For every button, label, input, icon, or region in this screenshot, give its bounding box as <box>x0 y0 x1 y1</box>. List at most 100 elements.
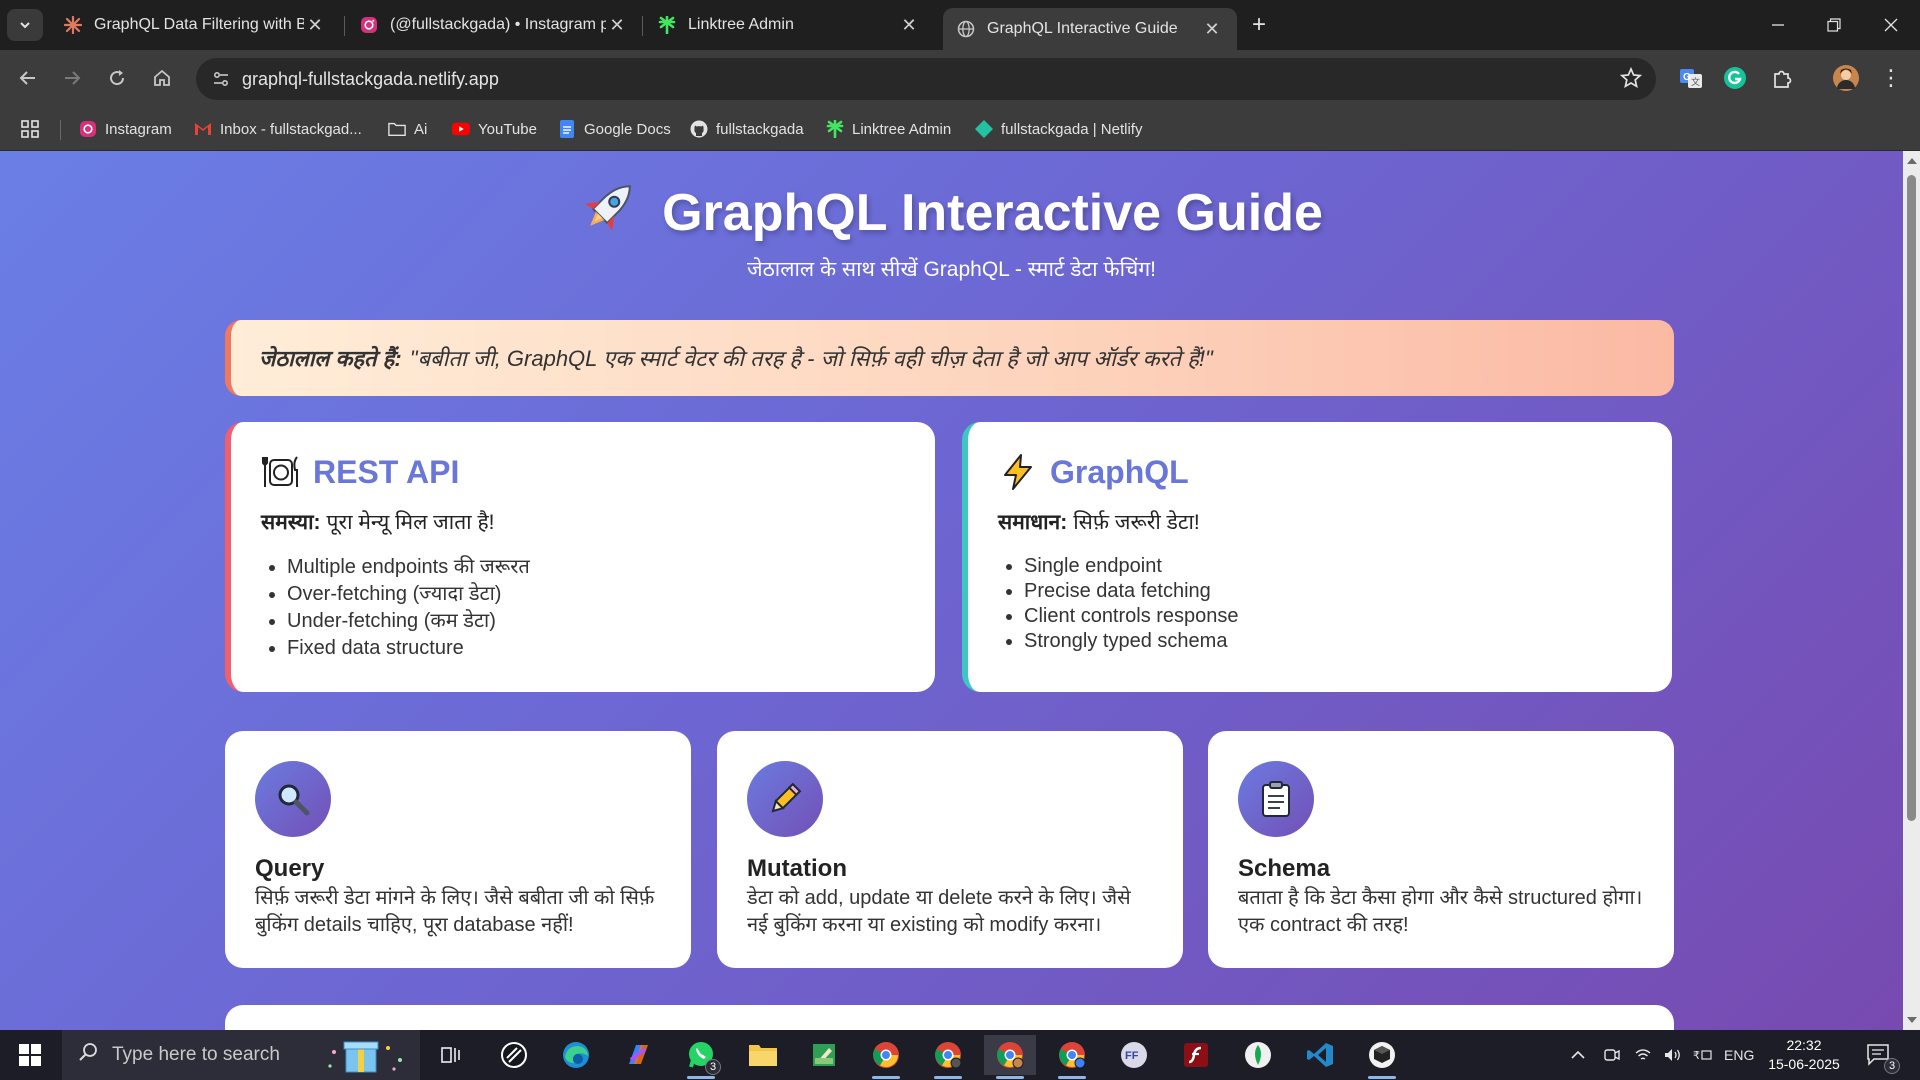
tab-separator <box>642 16 643 36</box>
page-title-text: GraphQL Interactive Guide <box>662 183 1323 242</box>
problem-text: पूरा मेन्यू मिल जाता है! <box>326 511 495 534</box>
meet-now-icon[interactable] <box>1602 1030 1620 1080</box>
tab-close-icon[interactable]: ✕ <box>1201 19 1223 40</box>
pencil-icon <box>747 761 823 837</box>
tab-close-icon[interactable]: ✕ <box>898 15 920 36</box>
tab-title: GraphQL Interactive Guide <box>987 20 1178 37</box>
tab-instagram[interactable]: (@fullstackgada) • Instagram photos ✕ <box>346 6 642 44</box>
bookmark-gmail[interactable]: Inbox - fullstackgad... <box>194 118 362 140</box>
copilot-icon[interactable] <box>612 1035 664 1075</box>
chrome-second-profile-icon[interactable] <box>1046 1035 1098 1079</box>
feature-description: सिर्फ़ जरूरी डेटा मांगने के लिए। जैसे बब… <box>255 887 655 936</box>
tab-close-icon[interactable]: ✕ <box>304 15 326 36</box>
window-close-icon[interactable] <box>1862 0 1920 50</box>
clipboard-icon <box>1238 761 1314 837</box>
file-explorer-icon[interactable] <box>737 1035 789 1075</box>
notification-center-icon[interactable]: 3 <box>1866 1030 1900 1080</box>
bookmark-ai-folder[interactable]: Ai <box>388 118 427 140</box>
show-hidden-icons-chevron-icon[interactable] <box>1570 1030 1586 1080</box>
tab-strip: GraphQL Data Filtering with Babita ✕ (@f… <box>0 0 1920 50</box>
gift-search-highlight-icon[interactable] <box>324 1036 410 1080</box>
mongodb-compass-icon[interactable] <box>1232 1035 1284 1075</box>
list-item: Under-fetching (कम डेटा) <box>287 608 905 635</box>
quote-speaker: जेठालाल कहते हैं: <box>259 346 402 371</box>
input-indicator-icon[interactable]: ₹ <box>1693 1030 1713 1080</box>
page-scrollbar[interactable] <box>1903 151 1920 1030</box>
url-text[interactable]: graphql-fullstackgada.netlify.app <box>242 69 499 90</box>
svg-text:₹: ₹ <box>1693 1050 1700 1062</box>
clock-time: 22:32 <box>1786 1037 1822 1053</box>
google-translate-icon[interactable]: G文 <box>1676 63 1706 93</box>
extensions-puzzle-icon[interactable] <box>1767 63 1797 93</box>
minimize-icon[interactable] <box>1749 0 1807 50</box>
schema-card[interactable]: Schema बताता है कि डेटा कैसा होगा और कैस… <box>1208 731 1674 968</box>
taskbar-search-box[interactable]: Type here to search <box>62 1030 420 1080</box>
flash-app-icon[interactable] <box>1170 1035 1222 1075</box>
linear-app-icon[interactable] <box>488 1035 540 1075</box>
task-view-icon[interactable] <box>424 1035 476 1075</box>
back-arrow-icon[interactable] <box>12 62 44 94</box>
chrome-profile-icon[interactable] <box>922 1035 974 1079</box>
scroll-up-arrow-icon[interactable] <box>1907 158 1917 164</box>
page-title: GraphQL Interactive Guide <box>0 176 1903 249</box>
tab-graphql-filtering[interactable]: GraphQL Data Filtering with Babita ✕ <box>50 6 340 44</box>
profile-avatar[interactable] <box>1831 63 1861 93</box>
tab-close-icon[interactable]: ✕ <box>606 15 628 36</box>
notepad-app-icon[interactable] <box>798 1035 850 1075</box>
browser-menu-icon[interactable]: ⋮ <box>1876 63 1906 93</box>
restore-icon[interactable] <box>1805 0 1863 50</box>
whatsapp-icon[interactable]: 3 <box>675 1035 727 1079</box>
bookmark-netlify[interactable]: fullstackgada | Netlify <box>975 118 1142 140</box>
new-tab-icon[interactable]: + <box>1245 11 1273 39</box>
rest-api-points: Multiple endpoints की जरूरत Over-fetchin… <box>287 554 905 662</box>
forward-arrow-icon[interactable] <box>56 62 88 94</box>
grammarly-icon[interactable] <box>1720 63 1750 93</box>
feature-title: Schema <box>1238 855 1331 882</box>
lightning-icon <box>998 452 1038 492</box>
cube-app-icon[interactable] <box>1356 1035 1408 1079</box>
chrome-icon[interactable] <box>860 1035 912 1079</box>
page-viewport[interactable]: GraphQL Interactive Guide जेठालाल के साथ… <box>0 151 1903 1030</box>
edge-browser-icon[interactable] <box>550 1035 602 1075</box>
tab-search-button[interactable] <box>7 9 43 41</box>
graphql-points: Single endpoint Precise data fetching Cl… <box>1024 554 1642 654</box>
notification-badge: 3 <box>1884 1058 1900 1074</box>
mutation-card[interactable]: Mutation डेटा को add, update या delete क… <box>717 731 1183 968</box>
feature-title: Mutation <box>747 855 847 882</box>
chrome-active-window-icon[interactable] <box>984 1035 1036 1079</box>
list-item: Over-fetching (ज्यादा डेटा) <box>287 581 905 608</box>
apps-grid-icon[interactable] <box>20 118 40 140</box>
system-clock[interactable]: 22:32 15-06-2025 <box>1762 1036 1846 1074</box>
site-info-icon[interactable] <box>206 69 236 89</box>
home-icon[interactable] <box>146 62 178 94</box>
youtube-icon <box>452 120 470 138</box>
rest-api-heading: REST API <box>261 452 905 492</box>
rest-api-title: REST API <box>313 453 460 490</box>
windows-taskbar: Type here to search 3 FF ₹ ENG 22:32 15-… <box>0 1030 1920 1080</box>
tab-graphql-guide[interactable]: GraphQL Interactive Guide ✕ <box>943 8 1237 50</box>
tab-linktree[interactable]: Linktree Admin ✕ <box>644 6 934 44</box>
search-icon <box>78 1042 98 1068</box>
bookmark-google-docs[interactable]: Google Docs <box>558 118 671 140</box>
ffdec-app-icon[interactable]: FF <box>1108 1035 1160 1075</box>
scrollbar-thumb[interactable] <box>1907 175 1916 821</box>
address-bar[interactable]: graphql-fullstackgada.netlify.app <box>196 58 1656 100</box>
reload-icon[interactable] <box>101 62 133 94</box>
instagram-icon <box>79 120 97 138</box>
bookmark-label: Ai <box>414 120 428 138</box>
feature-description: डेटा को add, update या delete करने के लि… <box>747 887 1131 936</box>
bookmark-linktree[interactable]: Linktree Admin <box>826 118 951 140</box>
language-indicator[interactable]: ENG <box>1724 1030 1754 1080</box>
netlify-icon <box>975 120 993 138</box>
bookmark-youtube[interactable]: YouTube <box>452 118 537 140</box>
volume-icon[interactable] <box>1663 1030 1683 1080</box>
wifi-icon[interactable] <box>1634 1030 1652 1080</box>
scroll-down-arrow-icon[interactable] <box>1907 1017 1917 1023</box>
query-card[interactable]: Query सिर्फ़ जरूरी डेटा मांगने के लिए। ज… <box>225 731 691 968</box>
bookmark-github[interactable]: fullstackgada <box>690 118 804 140</box>
vscode-icon[interactable] <box>1294 1035 1346 1075</box>
windows-start-icon[interactable] <box>0 1030 60 1080</box>
browser-toolbar: graphql-fullstackgada.netlify.app G文 ⋮ <box>0 50 1920 107</box>
bookmark-instagram[interactable]: Instagram <box>79 118 172 140</box>
bookmark-star-icon[interactable] <box>1619 66 1643 94</box>
